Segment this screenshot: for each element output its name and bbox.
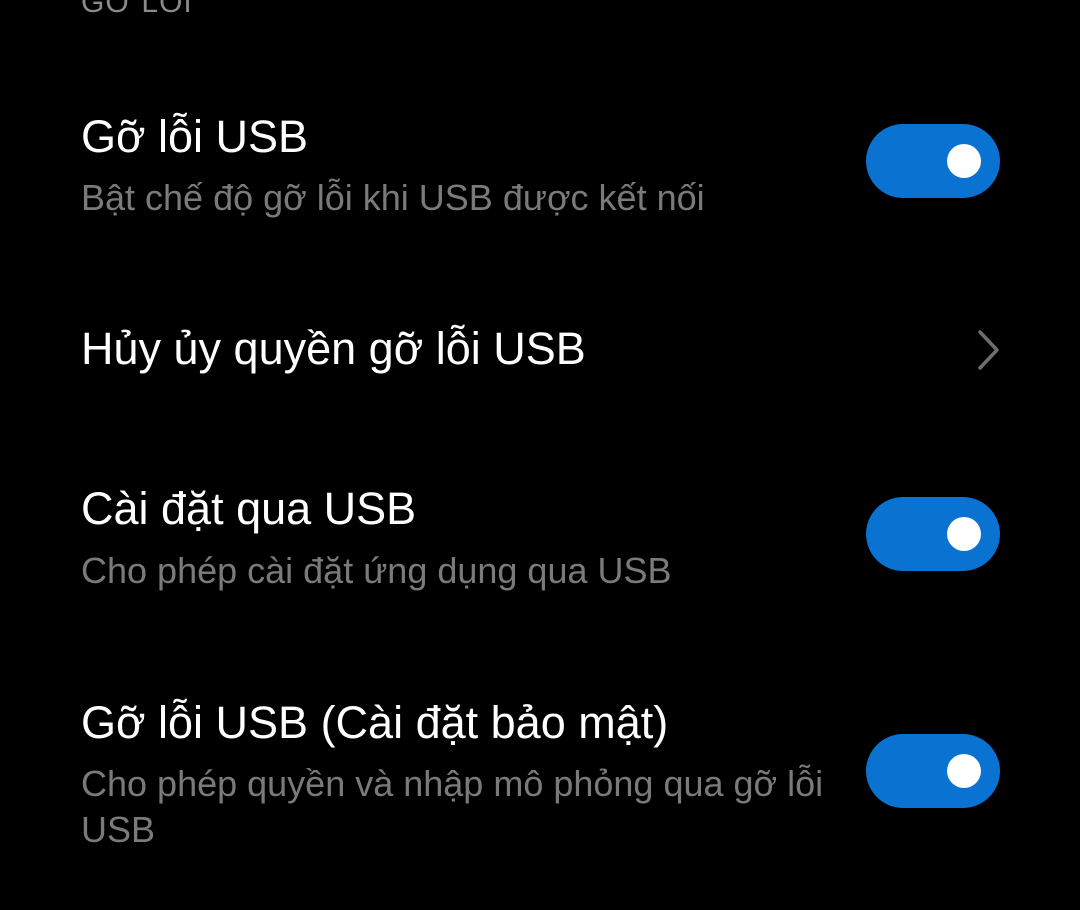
setting-title: Cài đặt qua USB [81,483,417,534]
toggle-knob [947,754,981,788]
toggle-knob [947,144,981,178]
chevron-right-icon [978,330,999,370]
setting-title: Gỡ lỗi USB (Cài đặt bảo mật) [81,697,669,748]
usb-debugging-security-toggle[interactable] [866,734,1000,808]
setting-install-via-usb[interactable]: Cài đặt qua USB Cho phép cài đặt ứng dụn… [0,472,1080,612]
setting-usb-debugging[interactable]: Gỡ lỗi USB Bật chế độ gỡ lỗi khi USB đượ… [0,100,1080,240]
setting-title: Hủy ủy quyền gỡ lỗi USB [81,323,586,374]
toggle-knob [947,517,981,551]
usb-debugging-toggle[interactable] [866,124,1000,198]
setting-subtitle: Cho phép cài đặt ứng dụng qua USB [81,550,672,591]
setting-subtitle: Bật chế độ gỡ lỗi khi USB được kết nối [81,177,705,218]
setting-title: Gỡ lỗi USB [81,111,309,162]
section-header: GỠ LỖI [81,0,193,19]
install-via-usb-toggle[interactable] [866,497,1000,571]
setting-usb-debugging-security[interactable]: Gỡ lỗi USB (Cài đặt bảo mật) Cho phép qu… [0,686,1080,866]
setting-revoke-usb-authorizations[interactable]: Hủy ủy quyền gỡ lỗi USB [0,300,1080,410]
setting-subtitle: Cho phép quyền và nhập mô phỏng qua gỡ l… [81,763,824,850]
